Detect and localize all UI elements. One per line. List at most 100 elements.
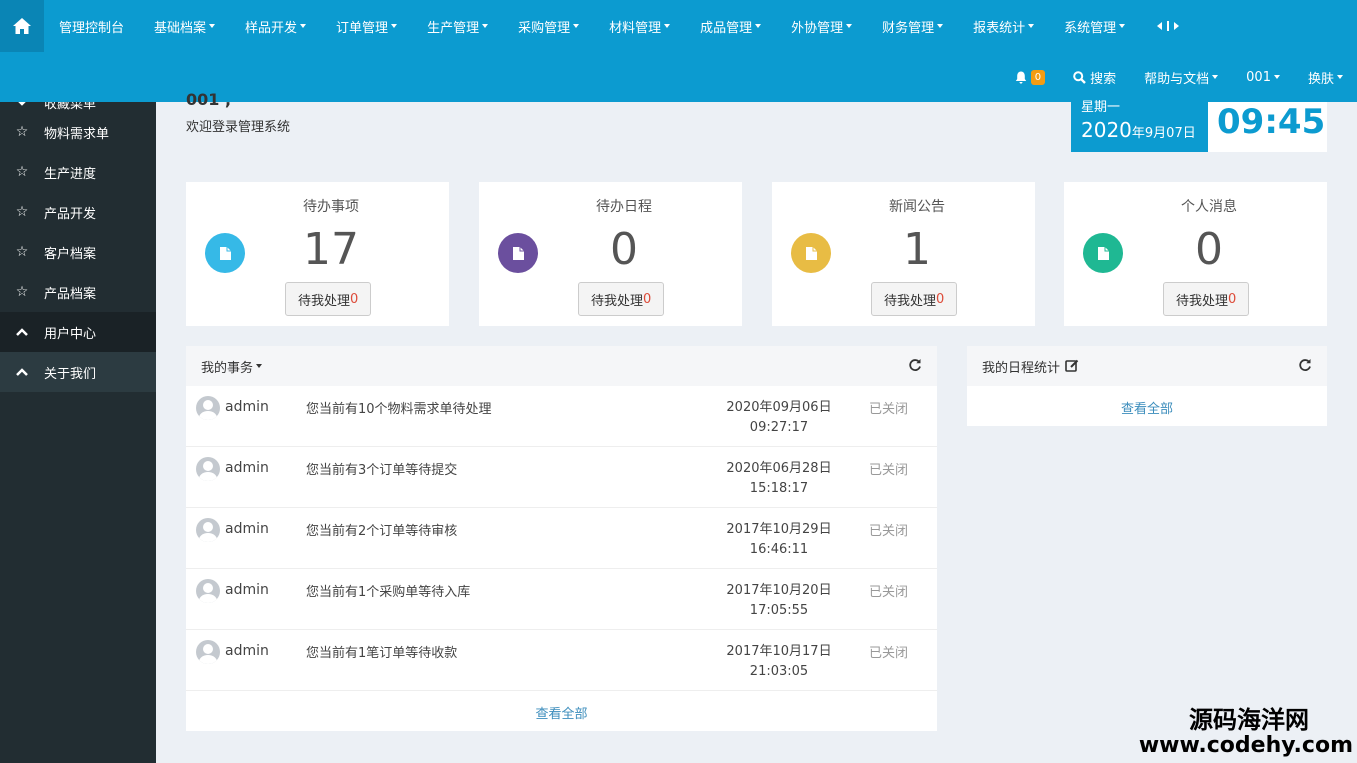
- avatar: [196, 640, 220, 664]
- stat-card: 待办事项 17 待我处理 0: [186, 182, 449, 326]
- nav-item-1[interactable]: 基础档案: [139, 0, 230, 52]
- caret-down-icon: [482, 24, 489, 28]
- sidebar-item-favorite[interactable]: ☆ 产品开发: [0, 192, 156, 232]
- sidebar: 收藏菜单 ☆ 物料需求单 ☆ 生产进度 ☆ 产品开发 ☆ 客户档案 ☆ 产品档案 用户中心 关于我…: [0, 102, 156, 763]
- task-row[interactable]: admin 您当前有10个物料需求单待处理 2020年09月06日 09:27:17 已…: [186, 386, 937, 447]
- tasks-view-all-link[interactable]: 查看全部: [186, 691, 937, 722]
- clock-widget: 星期一 2020年9月07日 09:45: [1071, 100, 1327, 152]
- task-row[interactable]: admin 您当前有3个订单等待提交 2020年06月28日 15:18:17 已关闭: [186, 447, 937, 508]
- help-docs-menu[interactable]: 帮助与文档: [1130, 52, 1232, 102]
- task-date: 2017年10月17日: [726, 644, 832, 659]
- task-status: 已关闭: [869, 402, 909, 417]
- caret-down-icon: [937, 24, 944, 28]
- stat-action-button[interactable]: 待我处理 0: [285, 282, 372, 316]
- user-menu[interactable]: 001: [1232, 52, 1294, 102]
- task-user: admin: [225, 521, 269, 537]
- caret-down-icon: [391, 24, 398, 28]
- sidebar-item-user-center[interactable]: 用户中心: [0, 312, 156, 352]
- nav-item-4[interactable]: 生产管理: [412, 0, 503, 52]
- home-button[interactable]: [0, 0, 44, 52]
- nav-item-11[interactable]: 系统管理: [1049, 0, 1140, 52]
- file-icon: [512, 246, 524, 260]
- caret-down-icon: [1028, 24, 1035, 28]
- schedule-stats-header: 我的日程统计: [967, 346, 1327, 386]
- home-icon: [13, 18, 31, 34]
- sidebar-item-favorite[interactable]: ☆ 物料需求单: [0, 112, 156, 152]
- chevron-up-icon: [12, 368, 32, 376]
- stat-button-count: 0: [1228, 291, 1237, 307]
- nav-item-7[interactable]: 成品管理: [685, 0, 776, 52]
- notification-count-badge: 0: [1030, 69, 1046, 85]
- sidebar-item-label: 生产进度: [44, 166, 97, 182]
- chevron-up-icon: [12, 328, 32, 336]
- stat-button-label: 待我处理: [298, 293, 351, 309]
- sidebar-item-favorite[interactable]: ☆ 生产进度: [0, 152, 156, 192]
- edit-icon[interactable]: [1065, 359, 1079, 373]
- task-user: admin: [225, 582, 269, 598]
- refresh-icon[interactable]: [908, 358, 922, 376]
- sidebar-item-favorites[interactable]: 收藏菜单: [0, 102, 156, 112]
- sidebar-item-favorite[interactable]: ☆ 客户档案: [0, 232, 156, 272]
- refresh-icon[interactable]: [1298, 358, 1312, 376]
- nav-item-8[interactable]: 外协管理: [776, 0, 867, 52]
- caret-down-icon: [1212, 75, 1219, 79]
- star-icon: ☆: [15, 244, 29, 260]
- task-message[interactable]: 您当前有3个订单等待提交: [306, 459, 457, 478]
- clock-time: 09:45: [1217, 102, 1326, 142]
- my-tasks-panel: 我的事务 admin 您当前有10个物料需求单待处理 2020年09月06日 09:2…: [186, 346, 937, 731]
- schedule-view-all-link[interactable]: 查看全部: [967, 386, 1327, 417]
- task-date: 2017年10月20日: [726, 583, 832, 598]
- task-message[interactable]: 您当前有1个采购单等待入库: [306, 581, 470, 600]
- skin-menu[interactable]: 换肤: [1294, 52, 1357, 102]
- sidebar-collapse-button[interactable]: [1140, 0, 1196, 52]
- task-row[interactable]: admin 您当前有2个订单等待审核 2017年10月29日 16:46:11 已关闭: [186, 508, 937, 569]
- nav-item-label: 系统管理: [1064, 20, 1117, 36]
- my-tasks-title[interactable]: 我的事务: [201, 357, 253, 376]
- nav-item-label: 材料管理: [609, 20, 662, 36]
- caret-down-icon: [1119, 24, 1126, 28]
- avatar: [196, 579, 220, 603]
- avatar: [196, 518, 220, 542]
- nav-item-0[interactable]: 管理控制台: [44, 0, 139, 52]
- search-button[interactable]: 搜索: [1059, 52, 1130, 102]
- star-icon: ☆: [15, 124, 29, 140]
- sidebar-item-label: 产品开发: [44, 206, 97, 222]
- nav-item-label: 生产管理: [427, 20, 480, 36]
- task-datetime: 2020年06月28日 15:18:17: [719, 459, 839, 499]
- stat-title: 待办日程: [596, 199, 652, 215]
- stat-card: 新闻公告 1 待我处理 0: [772, 182, 1035, 326]
- stat-action-button[interactable]: 待我处理 0: [1163, 282, 1250, 316]
- file-icon: [219, 246, 231, 260]
- notifications-button[interactable]: 0: [1001, 52, 1059, 102]
- nav-item-6[interactable]: 材料管理: [594, 0, 685, 52]
- stat-icon-circle: [498, 233, 538, 273]
- task-message[interactable]: 您当前有10个物料需求单待处理: [306, 398, 492, 417]
- sidebar-item-favorite[interactable]: ☆ 产品档案: [0, 272, 156, 312]
- star-icon: ☆: [15, 284, 29, 300]
- sidebar-item-label: 关于我们: [44, 366, 97, 382]
- task-row[interactable]: admin 您当前有1个采购单等待入库 2017年10月20日 17:05:55 已关闭: [186, 569, 937, 630]
- schedule-stats-panel: 我的日程统计 查看全部: [967, 346, 1327, 426]
- nav-item-label: 订单管理: [336, 20, 389, 36]
- task-message[interactable]: 您当前有1笔订单等待收款: [306, 642, 457, 661]
- clock-weekday: 星期一: [1081, 100, 1121, 115]
- nav-item-5[interactable]: 采购管理: [503, 0, 594, 52]
- stat-action-button[interactable]: 待我处理 0: [871, 282, 958, 316]
- task-user: admin: [225, 643, 269, 659]
- task-message[interactable]: 您当前有2个订单等待审核: [306, 520, 457, 539]
- sidebar-item-label: 客户档案: [44, 246, 97, 262]
- nav-item-3[interactable]: 订单管理: [321, 0, 412, 52]
- nav-item-2[interactable]: 样品开发: [230, 0, 321, 52]
- task-status: 已关闭: [869, 585, 909, 600]
- sidebar-item-about-us[interactable]: 关于我们: [0, 352, 156, 392]
- stat-card: 待办日程 0 待我处理 0: [479, 182, 742, 326]
- stat-card: 个人消息 0 待我处理 0: [1064, 182, 1327, 326]
- nav-item-9[interactable]: 财务管理: [867, 0, 958, 52]
- clock-month-day: 年9月07日: [1131, 126, 1196, 141]
- task-row[interactable]: admin 您当前有1笔订单等待收款 2017年10月17日 21:03:05 已关闭: [186, 630, 937, 691]
- stat-icon-circle: [1083, 233, 1123, 273]
- nav-item-10[interactable]: 报表统计: [958, 0, 1049, 52]
- stat-action-button[interactable]: 待我处理 0: [578, 282, 665, 316]
- welcome-username: 001 ,: [186, 90, 232, 109]
- caret-down-icon: [755, 24, 762, 28]
